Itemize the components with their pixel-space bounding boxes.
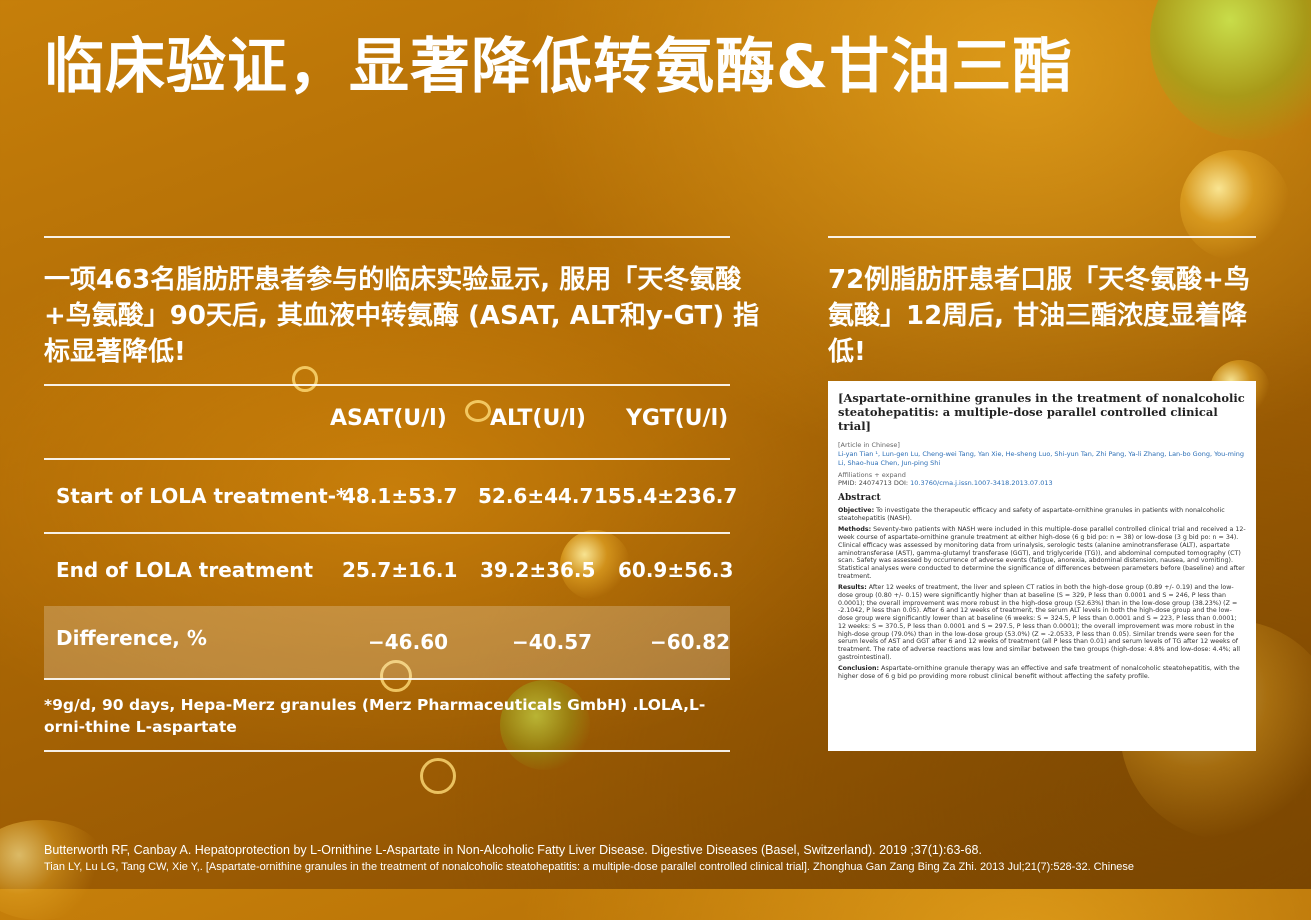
divider bbox=[828, 236, 1256, 238]
cell-alt: −40.57 bbox=[512, 630, 593, 654]
abstract-objective: Objective: To investigate the therapeuti… bbox=[838, 507, 1246, 522]
paper-abstract-screenshot: [Aspartate-ornithine granules in the tre… bbox=[828, 381, 1256, 751]
reference-2: Tian LY, Lu LG, Tang CW, Xie Y,. [Aspart… bbox=[44, 861, 1135, 873]
table-row: End of LOLA treatment 25.7±16.1 39.2±36.… bbox=[44, 534, 734, 606]
methods-text: Seventy-two patients with NASH were incl… bbox=[838, 526, 1246, 580]
reference-1: Butterworth RF, Canbay A. Hepatoprotecti… bbox=[44, 843, 982, 857]
paper-title: [Aspartate-ornithine granules in the tre… bbox=[838, 391, 1245, 433]
cell-asat: 25.7±16.1 bbox=[342, 558, 458, 582]
results-text: After 12 weeks of treatment, the liver a… bbox=[838, 584, 1241, 661]
row-label: Start of LOLA treatment-* bbox=[56, 484, 347, 508]
left-lead-text: 一项463名脂肪肝患者参与的临床实验显示, 服用「天冬氨酸+鸟氨酸」90天后, … bbox=[44, 265, 760, 367]
decorative-bubble bbox=[1180, 150, 1290, 260]
page-title: 临床验证，显著降低转氨酶&甘油三酯 bbox=[44, 32, 1074, 102]
row-label: End of LOLA treatment bbox=[56, 558, 314, 582]
cell-asat: −46.60 bbox=[368, 630, 449, 654]
paper-language: [Article in Chinese] bbox=[838, 441, 900, 449]
footnote: *9g/d, 90 days, Hepa-Merz granules (Merz… bbox=[44, 696, 706, 736]
pmid-label: PMID: 24074713 DOI: bbox=[838, 479, 911, 487]
cell-ygt: 60.9±56.3 bbox=[618, 558, 734, 582]
abstract-conclusion: Conclusion: Aspartate-ornithine granule … bbox=[838, 665, 1246, 680]
cell-asat: 48.1±53.7 bbox=[342, 484, 458, 508]
results-table: ASAT(U/l) ALT(U/l) YGT(U/l) Start of LOL… bbox=[44, 384, 737, 680]
objective-label: Objective: bbox=[838, 507, 875, 514]
table-header-ygt: YGT(U/l) bbox=[626, 406, 729, 431]
references: Butterworth RF, Canbay A. Hepatoprotecti… bbox=[44, 842, 1264, 875]
paper-authors: Li-yan Tian ¹, Lun-gen Lu, Cheng-wei Tan… bbox=[838, 450, 1245, 467]
cell-alt: 52.6±44.7 bbox=[478, 484, 594, 508]
objective-text: To investigate the therapeutic efficacy … bbox=[838, 507, 1225, 522]
conclusion-text: Aspartate-ornithine granule therapy was … bbox=[838, 665, 1240, 681]
cell-ygt: 155.4±236.7 bbox=[594, 484, 738, 508]
right-lead-text: 72例脂肪肝患者口服「天冬氨酸+鸟氨酸」12周后, 甘油三酯浓度显着降低! bbox=[828, 265, 1250, 367]
methods-label: Methods: bbox=[838, 526, 872, 534]
abstract-methods: Methods: Seventy-two patients with NASH … bbox=[838, 526, 1246, 580]
divider bbox=[44, 236, 730, 238]
row-label: Difference, % bbox=[56, 626, 207, 650]
divider bbox=[44, 750, 730, 752]
cell-ygt: −60.82 bbox=[650, 630, 731, 654]
paper-pmid: PMID: 24074713 DOI: 10.3760/cma.j.issn.1… bbox=[838, 479, 1246, 487]
doi-link: 10.3760/cma.j.issn.1007-3418.2013.07.013 bbox=[910, 479, 1053, 487]
cell-alt: 39.2±36.5 bbox=[480, 558, 596, 582]
paper-affiliations: Affiliations + expand bbox=[838, 471, 906, 479]
conclusion-label: Conclusion: bbox=[838, 665, 880, 673]
table-header-row: ASAT(U/l) ALT(U/l) YGT(U/l) bbox=[44, 386, 730, 458]
table-header-asat: ASAT(U/l) bbox=[330, 406, 447, 431]
decorative-ring bbox=[420, 758, 456, 794]
abstract-results: Results: After 12 weeks of treatment, th… bbox=[838, 584, 1246, 661]
table-header-alt: ALT(U/l) bbox=[490, 406, 586, 431]
table-row: Difference, % −46.60 −40.57 −60.82 bbox=[44, 606, 730, 678]
results-label: Results: bbox=[838, 584, 867, 592]
abstract-heading: Abstract bbox=[838, 493, 881, 503]
table-row: Start of LOLA treatment-* 48.1±53.7 52.6… bbox=[44, 460, 737, 532]
decorative-green-bubble bbox=[1150, 0, 1311, 140]
table-bottom-rule bbox=[44, 678, 730, 680]
